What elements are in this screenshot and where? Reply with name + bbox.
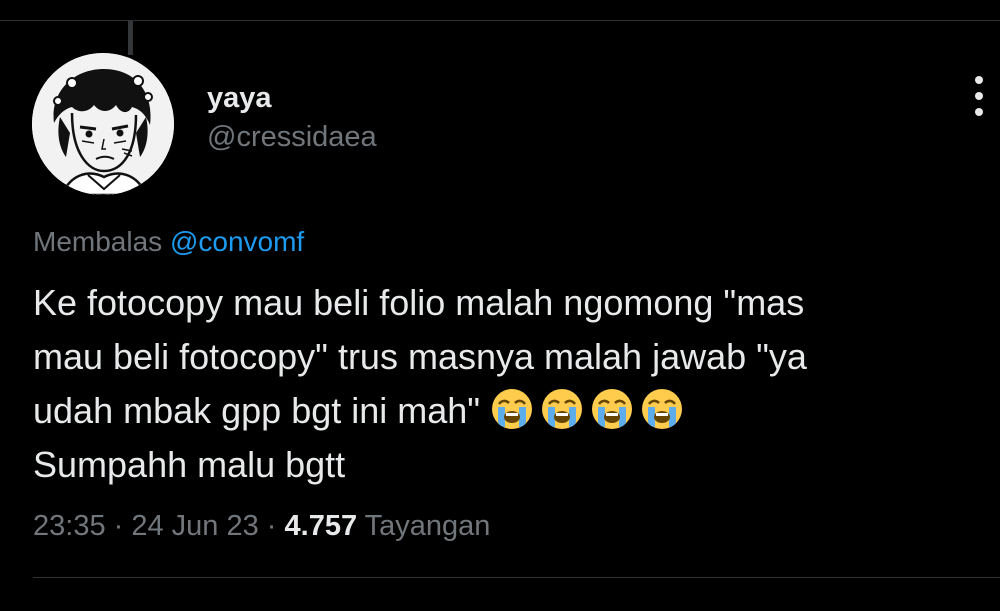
author-info: yaya @cressidaea: [207, 81, 377, 155]
reply-mention-link[interactable]: @convomf: [170, 226, 304, 257]
views-count[interactable]: 4.757: [285, 510, 358, 542]
loudly-crying-face-icon: [540, 387, 584, 431]
loudly-crying-face-icon: [590, 387, 634, 431]
meta-separator: ·: [258, 510, 285, 542]
reply-context: Membalas @convomf: [33, 224, 304, 260]
tweet-text: Ke fotocopy mau beli folio malah ngomong…: [33, 276, 983, 492]
tweet-metadata: 23:35 · 24 Jun 23 · 4.757 Tayangan: [33, 508, 490, 544]
loudly-crying-face-icon: [490, 387, 534, 431]
loudly-crying-face-icon: [640, 387, 684, 431]
reply-prefix: Membalas: [33, 226, 163, 257]
more-options-button[interactable]: [966, 76, 992, 116]
more-vertical-icon: [975, 76, 983, 84]
tweet-date[interactable]: 24 Jun 23: [131, 510, 258, 542]
tweet-text-line: mau beli fotocopy" trus masnya malah jaw…: [33, 330, 983, 384]
views-label: Tayangan: [364, 510, 491, 542]
avatar[interactable]: [32, 53, 174, 195]
meta-separator: ·: [105, 510, 132, 542]
more-vertical-icon-dot: [975, 92, 983, 100]
tweet-time[interactable]: 23:35: [33, 510, 106, 542]
tweet-text-line: Ke fotocopy mau beli folio malah ngomong…: [33, 282, 805, 323]
top-divider: [0, 20, 1000, 21]
author-display-name[interactable]: yaya: [207, 81, 377, 115]
tweet-text-line: udah mbak gpp bgt ini mah": [33, 384, 983, 438]
tweet-text-line-text: mau beli fotocopy" trus masnya malah jaw…: [33, 336, 807, 377]
author-handle[interactable]: @cressidaea: [207, 119, 377, 155]
thread-connector-line: [128, 21, 133, 55]
manga-character-avatar-icon: [32, 53, 174, 195]
bottom-divider: [33, 577, 1000, 578]
more-vertical-icon-dot: [975, 108, 983, 116]
tweet-text-line: Sumpahh malu bgtt: [33, 444, 346, 485]
tweet-text-line-text: udah mbak gpp bgt ini mah": [33, 390, 491, 431]
